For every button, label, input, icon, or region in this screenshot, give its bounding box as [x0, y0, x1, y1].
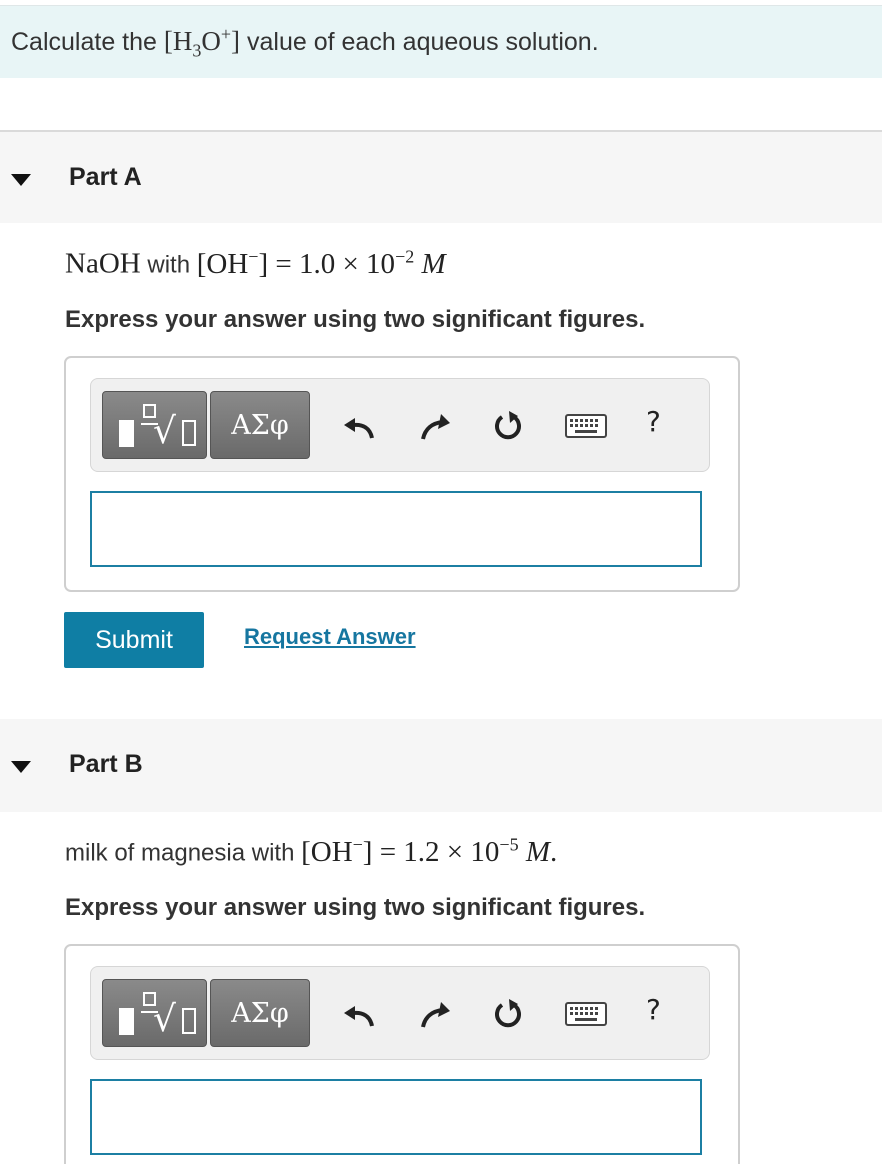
- symbols-button[interactable]: ΑΣφ: [210, 391, 310, 459]
- part-b-concentration: [OH−] = 1.2 × 10−5 M.: [301, 834, 558, 868]
- part-a-concentration: [OH−] = 1.0 × 10−2 M: [196, 246, 446, 280]
- collapse-caret-icon[interactable]: [11, 174, 31, 186]
- math-toolbar: √ ΑΣφ ?: [90, 378, 710, 472]
- part-a-question: NaOH with [OH−] = 1.0 × 10−2 M: [65, 246, 446, 281]
- part-a-answer-box: √ ΑΣφ ?: [64, 356, 740, 592]
- part-b-header[interactable]: Part B: [0, 719, 882, 812]
- part-b-question: milk of magnesia with [OH−] = 1.2 × 10−5…: [65, 834, 557, 869]
- undo-icon[interactable]: [341, 997, 375, 1031]
- keyboard-icon[interactable]: [565, 412, 607, 440]
- intro-banner: Calculate the [H3O+] value of each aqueo…: [0, 5, 882, 78]
- math-toolbar: √ ΑΣφ ?: [90, 966, 710, 1060]
- intro-text: Calculate the [H3O+] value of each aqueo…: [11, 24, 599, 61]
- intro-suffix: value of each aqueous solution.: [247, 28, 599, 56]
- intro-expression: [H3O+]: [163, 24, 241, 61]
- redo-icon[interactable]: [417, 997, 451, 1031]
- templates-button[interactable]: √: [102, 391, 207, 459]
- reset-icon[interactable]: [491, 409, 525, 443]
- help-icon[interactable]: ?: [646, 993, 676, 1027]
- part-a-instruction: Express your answer using two significan…: [65, 306, 646, 333]
- part-a-header[interactable]: Part A: [0, 130, 882, 223]
- part-a-compound: NaOH: [65, 247, 141, 280]
- part-b-answer-box: √ ΑΣφ ?: [64, 944, 740, 1164]
- redo-icon[interactable]: [417, 409, 451, 443]
- part-a-answer-input[interactable]: [90, 491, 702, 567]
- help-icon[interactable]: ?: [646, 405, 676, 439]
- collapse-caret-icon[interactable]: [11, 761, 31, 773]
- submit-button[interactable]: Submit: [64, 612, 204, 668]
- reset-icon[interactable]: [491, 997, 525, 1031]
- intro-prefix: Calculate the: [11, 28, 157, 56]
- part-a-question-with: with: [147, 251, 191, 279]
- undo-icon[interactable]: [341, 409, 375, 443]
- part-a-title: Part A: [69, 163, 142, 191]
- symbols-button[interactable]: ΑΣφ: [210, 979, 310, 1047]
- part-b-question-prefix: milk of magnesia with: [65, 839, 295, 867]
- keyboard-icon[interactable]: [565, 1000, 607, 1028]
- request-answer-link[interactable]: Request Answer: [244, 624, 416, 650]
- part-b-title: Part B: [69, 750, 143, 778]
- part-b-answer-input[interactable]: [90, 1079, 702, 1155]
- templates-button[interactable]: √: [102, 979, 207, 1047]
- part-b-instruction: Express your answer using two significan…: [65, 894, 646, 921]
